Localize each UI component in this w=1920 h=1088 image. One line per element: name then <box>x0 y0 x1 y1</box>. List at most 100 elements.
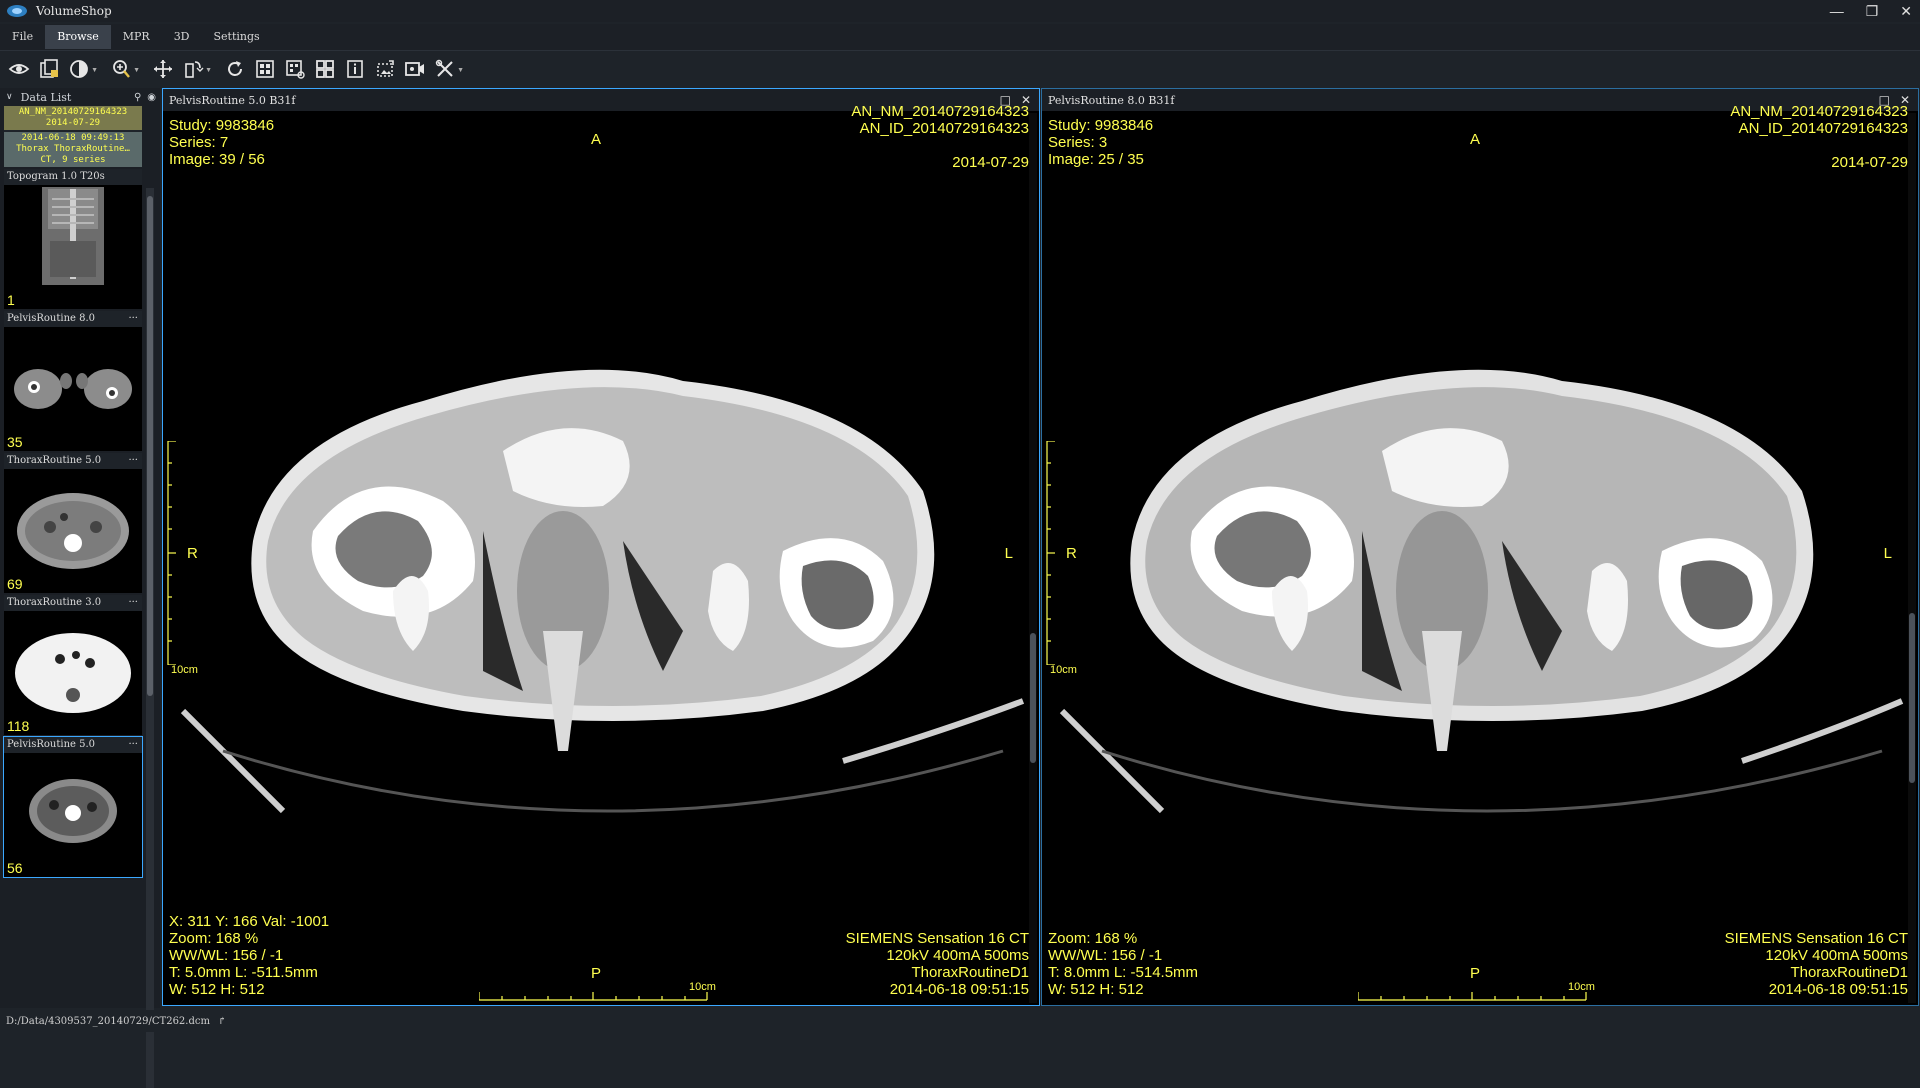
menu-mpr[interactable]: MPR <box>111 25 162 49</box>
series-more-button[interactable]: ··· <box>128 311 138 327</box>
layers-tool-button[interactable] <box>36 56 62 82</box>
minimize-button[interactable]: — <box>1830 3 1844 19</box>
viewport-scrollbar[interactable] <box>1029 113 1037 1003</box>
app-logo-icon <box>7 5 27 17</box>
chevron-down-icon[interactable]: ▼ <box>457 67 464 74</box>
series-more-button[interactable]: ··· <box>128 737 138 753</box>
close-window-button[interactable]: ✕ <box>1900 3 1912 20</box>
grid-icon <box>256 60 274 78</box>
tiles-tool-button[interactable] <box>312 56 338 82</box>
tiles-icon <box>316 60 334 78</box>
flip-tool-button[interactable]: ▼ <box>180 56 212 82</box>
info-tool-button[interactable] <box>342 56 368 82</box>
zoom-tool-button[interactable]: ▼ <box>108 56 140 82</box>
orientation-left: L <box>1004 545 1013 562</box>
chevron-down-icon[interactable]: ▼ <box>91 67 98 74</box>
series-preview-image[interactable]: 118 <box>4 611 142 735</box>
vertical-scale-bar <box>167 441 176 665</box>
scrollbar-thumb[interactable] <box>1030 633 1036 763</box>
data-list-panel: ∨ Data List ⚲ ◉ AN_NM_20140729164323 201… <box>0 88 160 1088</box>
pan-tool-button[interactable] <box>150 56 176 82</box>
series-label: PelvisRoutine 8.0 ··· <box>4 311 142 327</box>
overlay-top-right: AN_NM_20140729164323 AN_ID_2014072916432… <box>851 103 1029 171</box>
series-image-count: 1 <box>7 292 15 308</box>
data-list-header: ∨ Data List ⚲ ◉ <box>0 88 160 106</box>
orientation-posterior: P <box>591 965 602 982</box>
layout-tool-button[interactable] <box>282 56 308 82</box>
menu-file[interactable]: File <box>0 25 45 49</box>
contrast-tool-button[interactable]: ▼ <box>66 56 98 82</box>
info-icon <box>347 60 363 78</box>
study-datetime: 2014-06-18 09:49:13 <box>21 133 125 143</box>
series-thumbnail[interactable]: ThoraxRoutine 3.0 ··· 118 <box>4 595 142 735</box>
collapse-chevron-icon[interactable]: ∨ <box>6 92 13 102</box>
study-series-count: CT, 9 series <box>40 155 106 165</box>
grid-tool-button[interactable] <box>252 56 278 82</box>
viewport-left[interactable]: PelvisRoutine 5.0 B31f □ ✕ Study: 9983846… <box>162 88 1040 1006</box>
viewport-series-title: PelvisRoutine 5.0 B31f <box>169 93 296 107</box>
eye-tool-button[interactable] <box>6 56 32 82</box>
series-label: ThoraxRoutine 5.0 ··· <box>4 453 142 469</box>
current-file-path: D:/Data/4309537_20140729/CT262.dcm <box>6 1015 210 1027</box>
patient-name: AN_NM_20140729164323 <box>18 107 128 117</box>
restore-button[interactable]: ❐ <box>1866 3 1879 20</box>
series-label: ThoraxRoutine 3.0 ··· <box>4 595 142 611</box>
rotate-icon <box>228 61 242 76</box>
data-list-scrollbar[interactable] <box>146 188 154 1088</box>
orientation-anterior: A <box>591 131 602 148</box>
menu-3d[interactable]: 3D <box>162 25 202 49</box>
menu-browse[interactable]: Browse <box>45 25 111 49</box>
title-bar: VolumeShop — ❐ ✕ <box>0 0 1920 22</box>
viewport-right[interactable]: PelvisRoutine 8.0 B31f □ ✕ Study: 9983846… <box>1041 88 1919 1006</box>
overlay-top-left: Study: 9983846 Series: 7 Image: 39 / 56 <box>169 117 275 168</box>
tools-tool-button[interactable]: ▼ <box>432 56 464 82</box>
series-preview-image[interactable]: 35 <box>4 327 142 451</box>
scrollbar-thumb[interactable] <box>147 196 153 696</box>
status-bar: D:/Data/4309537_20140729/CT262.dcm ↱ <box>0 1010 1920 1032</box>
study-description: Thorax ThoraxRoutine… <box>16 144 130 154</box>
pin-icon[interactable]: ⚲ <box>134 92 141 103</box>
horizontal-scale-bar <box>1358 992 1587 1001</box>
layers-icon <box>40 59 58 78</box>
series-thumbnail[interactable]: Topogram 1.0 T20s 1 <box>4 169 142 309</box>
crop-icon <box>377 60 394 77</box>
open-location-icon[interactable]: ↱ <box>218 1016 226 1027</box>
series-image-count: 69 <box>7 576 23 592</box>
series-preview-image[interactable]: 56 <box>4 753 142 877</box>
orientation-left: L <box>1883 545 1892 562</box>
series-thumbnail[interactable]: PelvisRoutine 8.0 ··· 35 <box>4 311 142 451</box>
series-thumbnail-selected[interactable]: PelvisRoutine 5.0 ··· 56 <box>3 736 143 878</box>
toolbar: ▼ ▼ ▼ ▼ <box>0 52 1920 86</box>
patient-info[interactable]: AN_NM_20140729164323 2014-07-29 <box>4 106 142 130</box>
viewport-scrollbar[interactable] <box>1908 113 1916 1003</box>
ct-scan-image[interactable] <box>163 111 1031 1005</box>
zoom-icon <box>113 60 130 78</box>
overlay-bottom-left: X: 311 Y: 166 Val: -1001 Zoom: 168 % WW/… <box>169 913 330 998</box>
horizontal-scale-bar <box>479 992 708 1001</box>
series-preview-image[interactable]: 69 <box>4 469 142 593</box>
ct-scan-image[interactable] <box>1042 111 1910 1005</box>
overlay-bottom-left: Zoom: 168 % WW/WL: 156 / -1 T: 8.0mm L: … <box>1048 930 1199 998</box>
orientation-right: R <box>1066 545 1077 562</box>
series-image-count: 35 <box>7 434 23 450</box>
eye-icon <box>8 64 30 74</box>
menu-settings[interactable]: Settings <box>202 25 272 49</box>
series-more-button[interactable]: ··· <box>128 595 138 611</box>
crop-tool-button[interactable] <box>372 56 398 82</box>
series-label: Topogram 1.0 T20s <box>7 171 105 182</box>
study-info[interactable]: 2014-06-18 09:49:13 Thorax ThoraxRoutine… <box>4 132 142 167</box>
series-preview-image[interactable]: 1 <box>4 185 142 309</box>
scrollbar-thumb[interactable] <box>1909 613 1915 783</box>
visibility-eye-icon[interactable]: ◉ <box>147 92 156 103</box>
video-tool-button[interactable] <box>402 56 428 82</box>
chevron-down-icon[interactable]: ▼ <box>133 67 140 74</box>
orientation-anterior: A <box>1470 131 1481 148</box>
series-more-button[interactable]: ··· <box>128 453 138 469</box>
rotate-tool-button[interactable] <box>222 56 248 82</box>
app-title: VolumeShop <box>36 4 112 18</box>
patient-entry[interactable]: AN_NM_20140729164323 2014-07-29 2014-06-… <box>4 106 142 167</box>
layout-icon <box>286 60 305 79</box>
viewport-series-title: PelvisRoutine 8.0 B31f <box>1048 93 1175 107</box>
series-thumbnail[interactable]: ThoraxRoutine 5.0 ··· 69 <box>4 453 142 593</box>
chevron-down-icon[interactable]: ▼ <box>205 67 212 74</box>
